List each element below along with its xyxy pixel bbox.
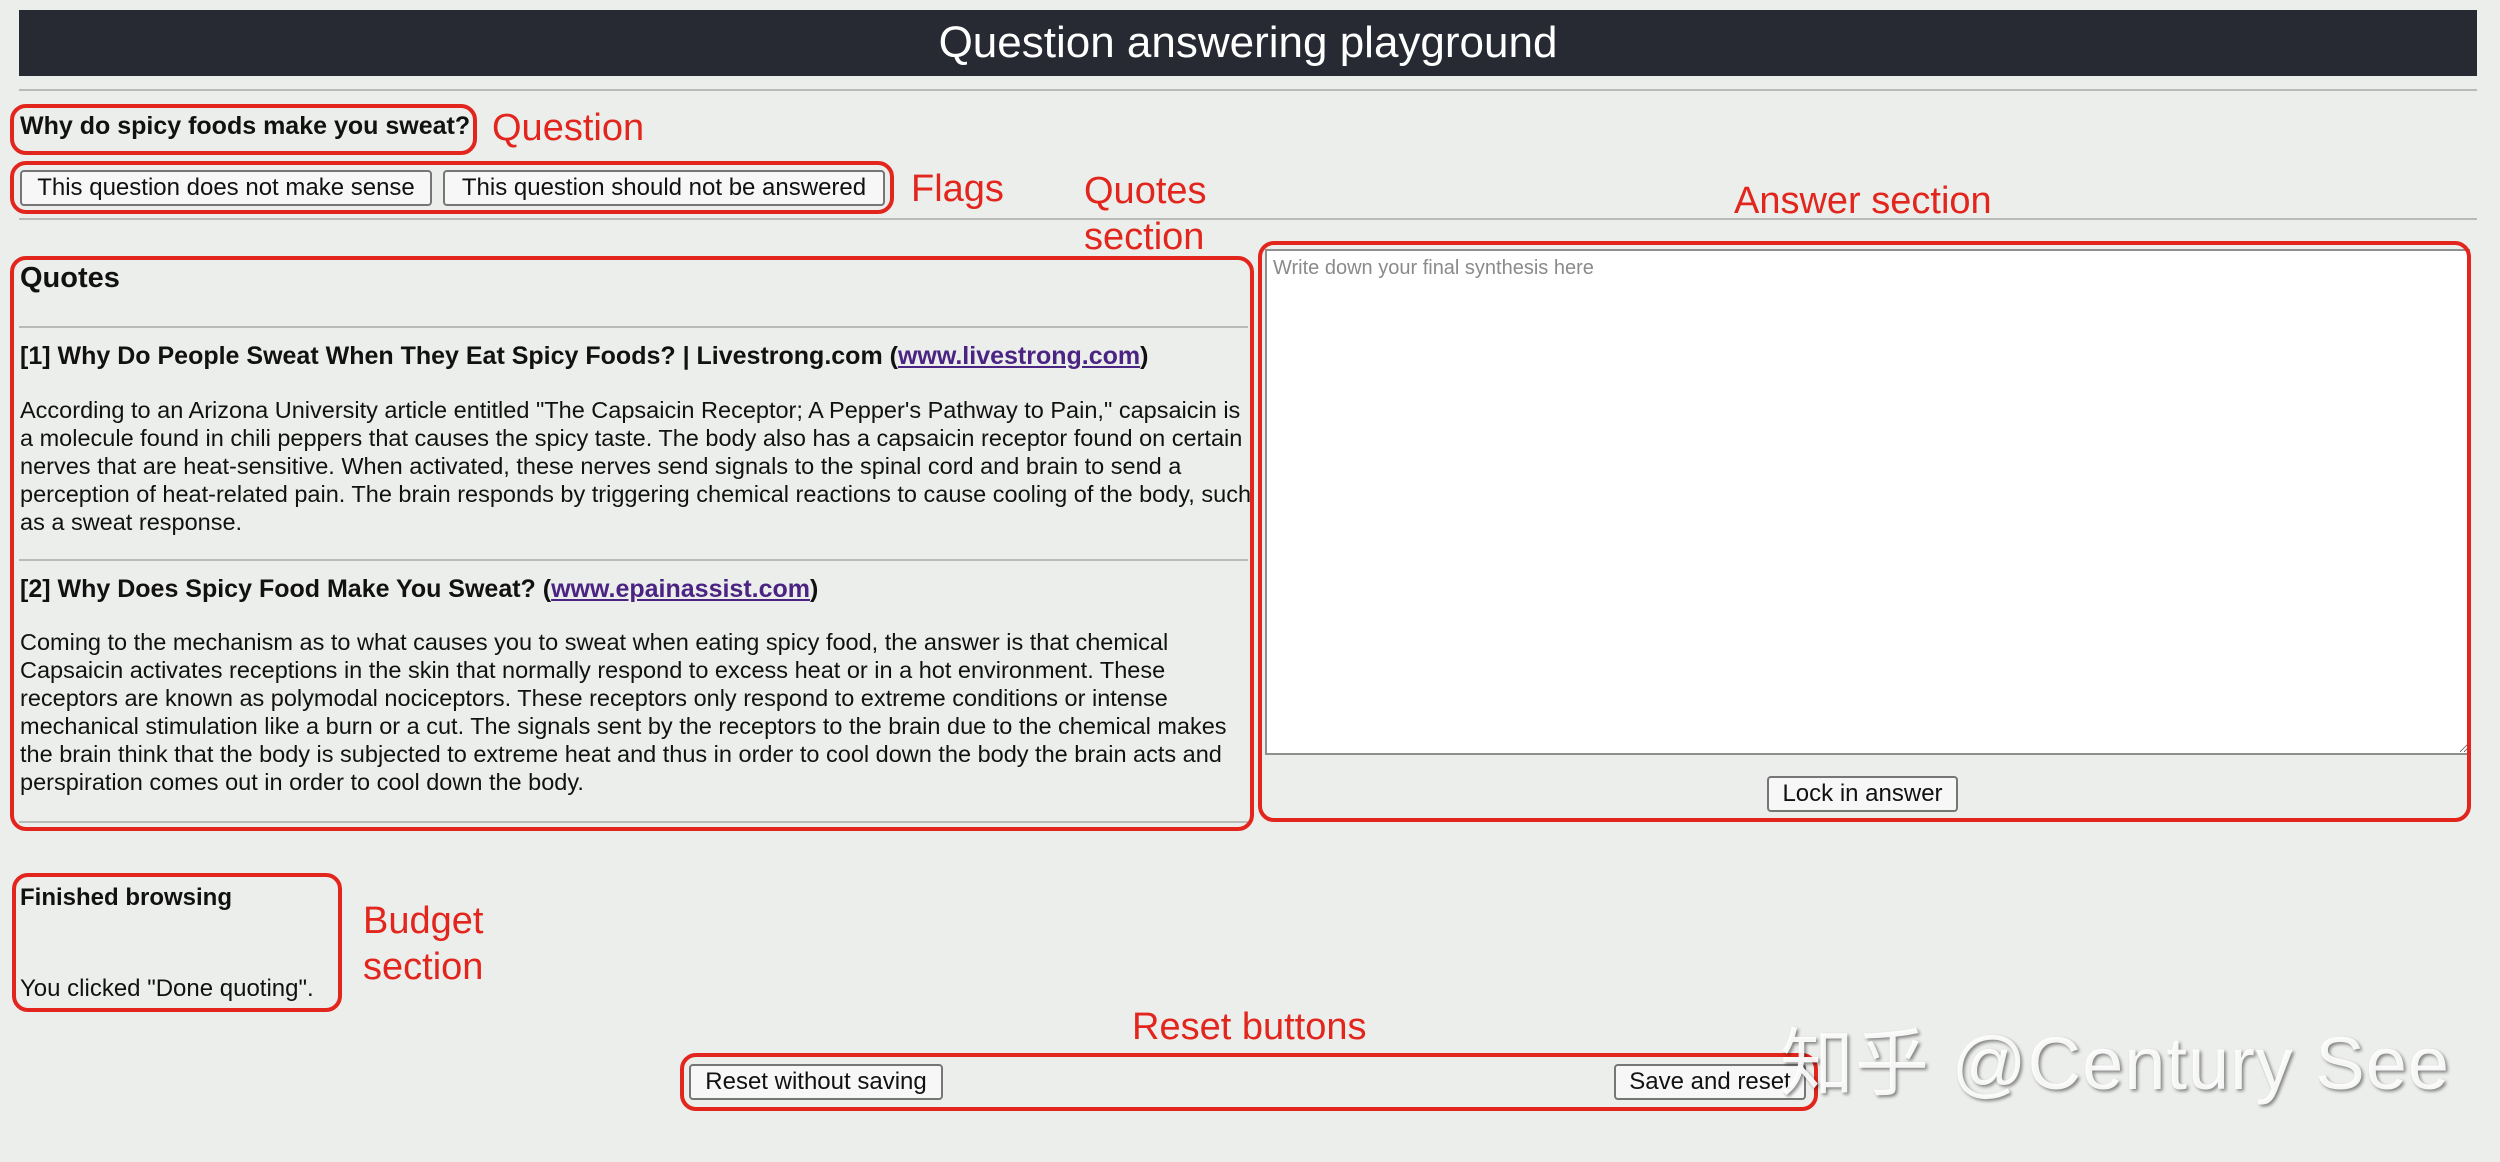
question-annotation-box (10, 104, 477, 155)
budget-annotation-label-line1: Budget (363, 900, 484, 942)
question-annotation-label: Question (492, 107, 645, 149)
answer-divider (1260, 218, 2477, 220)
budget-annotation-label-line2: section (363, 946, 484, 988)
app-header: Question answering playground (19, 10, 2477, 76)
page-title: Question answering playground (938, 18, 1558, 67)
quotes-annotation-label-line2: section (1084, 216, 1205, 258)
watermark: 知乎 @Century See (1780, 1022, 2451, 1105)
flags-annotation-label: Flags (911, 168, 1004, 210)
quotes-annotation-label-line1: Quotes (1084, 170, 1207, 212)
answer-annotation-box (1258, 241, 2471, 822)
quotes-annotation-box (10, 256, 1254, 831)
reset-annotation-label: Reset buttons (1132, 1006, 1367, 1048)
header-divider (19, 89, 2477, 91)
budget-annotation-box (12, 873, 342, 1012)
reset-annotation-box (680, 1053, 1818, 1111)
flags-annotation-box (10, 161, 894, 214)
